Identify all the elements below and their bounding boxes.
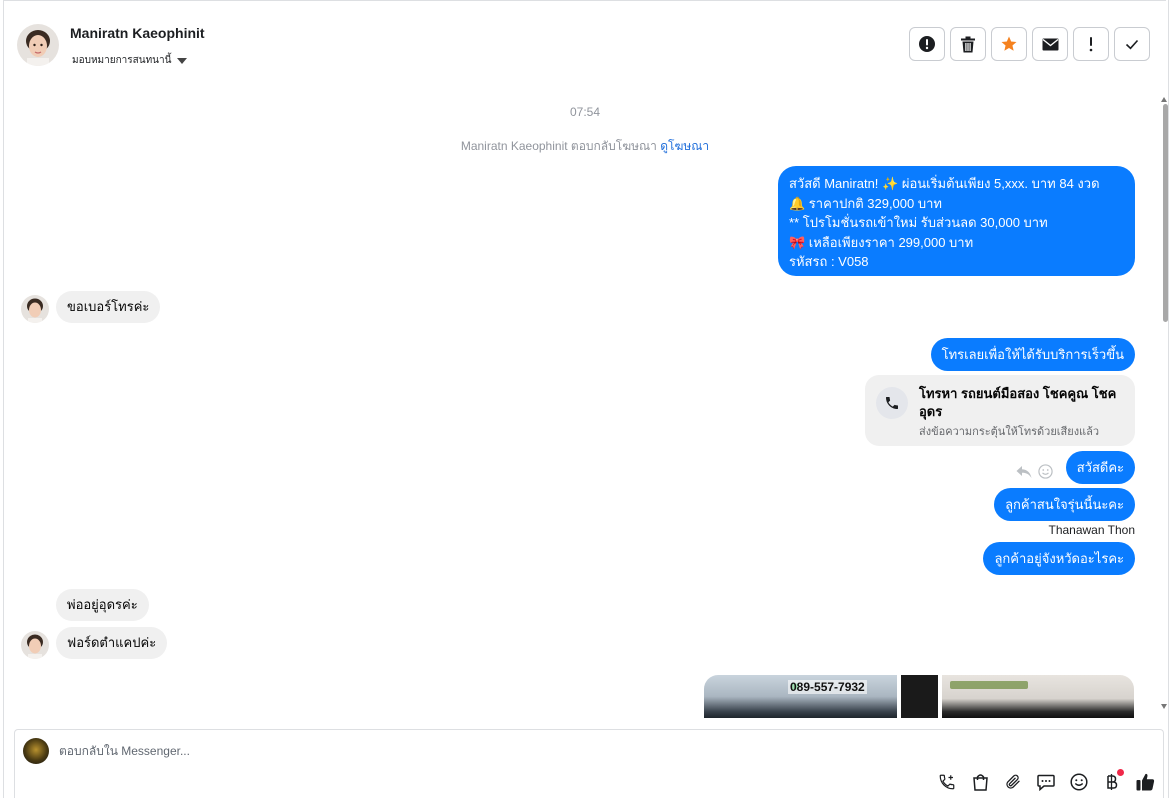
emoji-icon — [1070, 773, 1088, 791]
paperclip-icon — [1006, 774, 1020, 789]
follow-up-button[interactable] — [1073, 27, 1109, 61]
car-photo-1[interactable]: 089-557-7932 — [704, 675, 897, 718]
call-request-card[interactable]: โทรหา รถยนต์มือสอง โชคคูณ โชค อุดร ส่งข้… — [865, 375, 1135, 446]
caret-down-icon — [177, 57, 188, 64]
scroll-down-arrow[interactable] — [1161, 704, 1167, 709]
shop-button[interactable] — [970, 772, 990, 792]
view-ad-link[interactable]: ดูโฆษณา — [660, 139, 709, 153]
image-attachments[interactable]: 089-557-7932 — [704, 675, 1134, 718]
assign-label: มอบหมายการสนทนานี้ — [72, 55, 172, 66]
timestamp: 07:54 — [569, 105, 601, 119]
reply-icon[interactable] — [1016, 465, 1032, 479]
photo-phone-text: 089-557-7932 — [788, 680, 867, 694]
sender-name: Thanawan Thon — [1048, 523, 1135, 537]
promo-line-1: สวัสดี Maniratn! ✨ ผ่อนเริ่มต้นเพียง 5,x… — [789, 176, 1100, 191]
call-card-title: โทรหา รถยนต์มือสอง โชคคูณ โชค อุดร — [919, 386, 1117, 419]
check-icon — [1125, 39, 1139, 49]
alert-circle-icon — [919, 36, 935, 52]
baht-payment-icon — [1107, 774, 1118, 790]
incoming-message[interactable]: ฟอร์ดตำแคปค่ะ — [56, 627, 168, 659]
ad-reply-notice: Maniratn Kaeophinit ตอบกลับโฆษณา ดูโฆษณา — [4, 137, 1166, 156]
star-icon — [1001, 36, 1017, 51]
incoming-message[interactable]: พ่ออยู่อุดรค่ะ — [56, 589, 149, 621]
contact-avatar-small[interactable] — [21, 295, 49, 323]
delete-button[interactable] — [950, 27, 986, 61]
message-composer — [14, 729, 1164, 798]
car-photo-2[interactable] — [901, 675, 938, 718]
trash-icon — [961, 36, 975, 52]
incoming-message[interactable]: ขอเบอร์โทรค่ะ — [56, 291, 161, 323]
promo-line-5: รหัสรถ : V058 — [789, 254, 869, 269]
reply-input[interactable] — [59, 744, 859, 758]
header-actions — [909, 27, 1150, 61]
react-emoji-icon[interactable] — [1038, 464, 1053, 479]
like-button[interactable] — [1135, 772, 1155, 792]
message-hover-actions — [1016, 464, 1053, 479]
promo-line-2: 🔔 ราคาปกติ 329,000 บาท — [789, 195, 942, 211]
promo-line-4: 🎀 เหลือเพียงราคา 299,000 บาท — [789, 234, 974, 250]
shopping-bag-icon — [972, 774, 988, 791]
scroll-up-arrow[interactable] — [1161, 97, 1167, 102]
star-button[interactable] — [991, 27, 1027, 61]
car-photo-3[interactable] — [942, 675, 1134, 718]
mark-spam-button[interactable] — [909, 27, 945, 61]
outgoing-message[interactable]: ลูกค้าอยู่จังหวัดอะไรคะ — [983, 542, 1135, 575]
ad-reply-text: Maniratn Kaeophinit ตอบกลับโฆษณา — [460, 139, 657, 153]
outgoing-message-promo[interactable]: สวัสดี Maniratn! ✨ ผ่อนเริ่มต้นเพียง 5,x… — [778, 166, 1135, 276]
contact-avatar-small[interactable] — [21, 631, 49, 659]
promo-line-3: ** โปรโมชั่นรถเข้าใหม่ รับส่วนลด 30,000 … — [789, 215, 1048, 230]
mark-unread-button[interactable] — [1032, 27, 1068, 61]
saved-reply-icon — [1037, 774, 1055, 791]
conversation-header: Maniratn Kaeophinit มอบหมายการสนทนานี้ — [4, 0, 1166, 89]
saved-replies-button[interactable] — [1036, 772, 1056, 792]
composer-tools — [937, 769, 1155, 792]
notification-dot — [1117, 769, 1124, 776]
contact-name[interactable]: Maniratn Kaeophinit — [70, 25, 205, 41]
envelope-icon — [1042, 38, 1058, 50]
scrollbar-thumb[interactable] — [1163, 104, 1168, 322]
outgoing-message[interactable]: โทรเลยเพื่อให้ได้รับบริการเร็วขึ้น — [930, 338, 1135, 371]
contact-avatar[interactable] — [17, 24, 59, 66]
phone-icon — [876, 387, 908, 419]
emoji-button[interactable] — [1069, 772, 1089, 792]
outgoing-message[interactable]: สวัสดีคะ — [1065, 451, 1135, 484]
dealer-logo — [950, 681, 1028, 689]
phone-plus-icon — [939, 774, 955, 790]
exclamation-icon — [1089, 37, 1093, 52]
payment-button[interactable] — [1102, 769, 1124, 792]
message-thread[interactable]: 07:54 Maniratn Kaeophinit ตอบกลับโฆษณา ด… — [4, 88, 1166, 728]
assign-conversation-dropdown[interactable]: มอบหมายการสนทนานี้ — [72, 53, 188, 68]
attach-button[interactable] — [1003, 772, 1023, 792]
call-card-subtitle: ส่งข้อความกระตุ้นให้โทรด้วยเสียงแล้ว — [919, 426, 1100, 438]
outgoing-message[interactable]: ลูกค้าสนใจรุ่นนี้นะคะ — [994, 488, 1135, 521]
thumbs-up-icon — [1136, 773, 1154, 791]
page-avatar — [23, 738, 49, 764]
call-button[interactable] — [937, 772, 957, 792]
mark-done-button[interactable] — [1114, 27, 1150, 61]
